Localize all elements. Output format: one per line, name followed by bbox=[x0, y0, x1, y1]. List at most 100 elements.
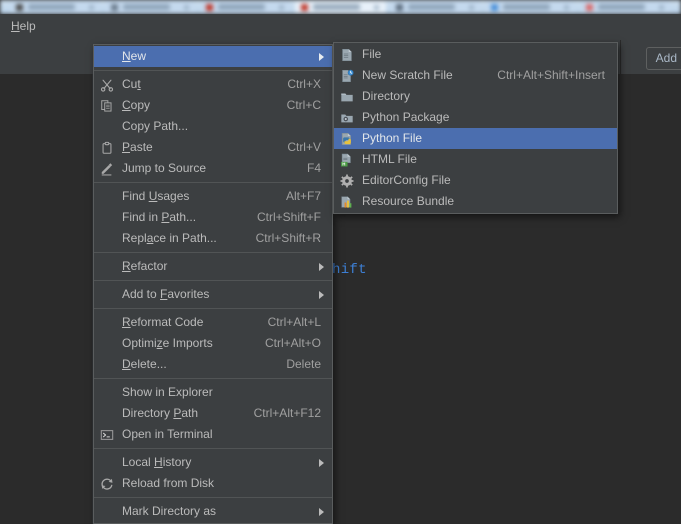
menu-item-shortcut: Alt+F7 bbox=[285, 189, 321, 203]
menu-separator bbox=[94, 70, 332, 71]
menu-item-label: Find Usages bbox=[122, 189, 190, 203]
menu-item-find-usages[interactable]: Find Usages Alt+F7 bbox=[94, 186, 332, 207]
menu-item-paste[interactable]: Paste Ctrl+V bbox=[94, 137, 332, 158]
menu-separator bbox=[94, 252, 332, 253]
submenu-item-label: File bbox=[362, 47, 382, 61]
submenu-item-shortcut: Ctrl+Alt+Shift+Insert bbox=[497, 68, 605, 82]
menu-item-label: Cut bbox=[122, 77, 141, 91]
submenu-item-editorconfig-file[interactable]: EditorConfig File bbox=[334, 170, 617, 191]
menu-item-reload-from-disk[interactable]: Reload from Disk bbox=[94, 473, 332, 494]
menu-item-label: Mark Directory as bbox=[122, 504, 217, 518]
submenu-item-new-scratch-file[interactable]: New Scratch File Ctrl+Alt+Shift+Insert bbox=[334, 65, 617, 86]
menu-item-shortcut: Ctrl+X bbox=[287, 77, 321, 91]
submenu-arrow-icon bbox=[319, 53, 324, 61]
menu-item-jump-to-source[interactable]: Jump to Source F4 bbox=[94, 158, 332, 179]
menu-item-no-icon bbox=[94, 333, 122, 354]
menu-item-shortcut: Ctrl+Shift+R bbox=[255, 231, 321, 245]
menu-item-replace-in-path[interactable]: Replace in Path... Ctrl+Shift+R bbox=[94, 228, 332, 249]
menu-item-label: Reload from Disk bbox=[122, 476, 215, 490]
menu-item-copy[interactable]: Copy Ctrl+C bbox=[94, 95, 332, 116]
submenu-arrow-icon bbox=[319, 291, 324, 299]
scissors-icon bbox=[94, 74, 122, 95]
menu-item-no-icon bbox=[94, 256, 122, 277]
menu-separator bbox=[94, 280, 332, 281]
menubar-item-help[interactable]: Help bbox=[8, 19, 39, 33]
menu-item-label: Jump to Source bbox=[122, 161, 207, 175]
menu-item-delete[interactable]: Delete... Delete bbox=[94, 354, 332, 375]
menu-item-new[interactable]: New bbox=[94, 46, 332, 67]
submenu-item-label: Resource Bundle bbox=[362, 194, 455, 208]
menu-item-copy-path[interactable]: Copy Path... bbox=[94, 116, 332, 137]
menu-item-shortcut: Ctrl+Shift+F bbox=[256, 210, 321, 224]
menu-item-label: Show in Explorer bbox=[122, 385, 213, 399]
menu-item-add-to-favorites[interactable]: Add to Favorites bbox=[94, 284, 332, 305]
submenu-item-label: Directory bbox=[362, 89, 411, 103]
submenu-item-file[interactable]: File bbox=[334, 44, 617, 65]
menu-item-no-icon bbox=[94, 403, 122, 424]
browser-tab-strip bbox=[0, 0, 681, 14]
menu-item-find-in-path[interactable]: Find in Path... Ctrl+Shift+F bbox=[94, 207, 332, 228]
menu-bar: Help bbox=[0, 14, 681, 40]
menu-item-directory-path[interactable]: Directory Path Ctrl+Alt+F12 bbox=[94, 403, 332, 424]
submenu-item-python-file[interactable]: Python File bbox=[334, 128, 617, 149]
submenu-arrow-icon bbox=[319, 508, 324, 516]
submenu-item-python-package[interactable]: Python Package bbox=[334, 107, 617, 128]
menu-item-label: Copy Path... bbox=[122, 119, 189, 133]
menu-item-mark-directory-as[interactable]: Mark Directory as bbox=[94, 501, 332, 522]
submenu-item-label: New Scratch File bbox=[362, 68, 453, 82]
menu-item-open-in-terminal[interactable]: Open in Terminal bbox=[94, 424, 332, 445]
python-file-icon bbox=[334, 128, 362, 149]
submenu-item-label: Python File bbox=[362, 131, 423, 145]
submenu-arrow-icon bbox=[319, 459, 324, 467]
file-icon bbox=[334, 44, 362, 65]
menu-item-label: Add to Favorites bbox=[122, 287, 210, 301]
reload-icon bbox=[94, 473, 122, 494]
menu-item-no-icon bbox=[94, 116, 122, 137]
menu-item-no-icon bbox=[94, 186, 122, 207]
menu-separator bbox=[94, 497, 332, 498]
submenu-item-label: EditorConfig File bbox=[362, 173, 451, 187]
menu-item-refactor[interactable]: Refactor bbox=[94, 256, 332, 277]
menu-item-cut[interactable]: Cut Ctrl+X bbox=[94, 74, 332, 95]
menu-separator bbox=[94, 378, 332, 379]
menu-item-no-icon bbox=[94, 46, 122, 67]
menu-item-shortcut: Ctrl+Alt+L bbox=[267, 315, 321, 329]
terminal-icon bbox=[94, 424, 122, 445]
menu-separator bbox=[94, 448, 332, 449]
menu-item-label: Delete... bbox=[122, 357, 167, 371]
add-configuration-button[interactable]: Add C bbox=[645, 47, 681, 70]
gear-icon bbox=[334, 170, 362, 191]
submenu-arrow-icon bbox=[319, 263, 324, 271]
menu-item-reformat-code[interactable]: Reformat Code Ctrl+Alt+L bbox=[94, 312, 332, 333]
menu-item-no-icon bbox=[94, 228, 122, 249]
submenu-item-html-file[interactable]: H HTML File bbox=[334, 149, 617, 170]
clipboard-icon bbox=[94, 137, 122, 158]
menu-item-local-history[interactable]: Local History bbox=[94, 452, 332, 473]
menu-item-label: Refactor bbox=[122, 259, 168, 273]
resource-bundle-icon bbox=[334, 191, 362, 212]
folder-icon bbox=[334, 86, 362, 107]
submenu-item-label: HTML File bbox=[362, 152, 417, 166]
menu-item-shortcut: F4 bbox=[306, 161, 321, 175]
menu-item-no-icon bbox=[94, 452, 122, 473]
menu-item-no-icon bbox=[94, 382, 122, 403]
pencil-icon bbox=[94, 158, 122, 179]
menu-item-label: Copy bbox=[122, 98, 151, 112]
project-view-context-menu[interactable]: New Cut Ctrl+X Copy Ctrl+C Copy Path... Paste C… bbox=[93, 44, 333, 524]
menu-item-shortcut: Ctrl+V bbox=[287, 140, 321, 154]
panel-divider bbox=[620, 40, 621, 74]
menu-item-no-icon bbox=[94, 354, 122, 375]
new-submenu[interactable]: File New Scratch File Ctrl+Alt+Shift+Inser… bbox=[333, 42, 618, 214]
menu-item-no-icon bbox=[94, 284, 122, 305]
submenu-item-resource-bundle[interactable]: Resource Bundle bbox=[334, 191, 617, 212]
submenu-item-directory[interactable]: Directory bbox=[334, 86, 617, 107]
submenu-item-label: Python Package bbox=[362, 110, 450, 124]
menu-item-show-in-explorer[interactable]: Show in Explorer bbox=[94, 382, 332, 403]
menu-item-label: Local History bbox=[122, 455, 192, 469]
menu-item-optimize-imports[interactable]: Optimize Imports Ctrl+Alt+O bbox=[94, 333, 332, 354]
menu-item-shortcut: Ctrl+Alt+O bbox=[264, 336, 321, 350]
menu-item-no-icon bbox=[94, 501, 122, 522]
menu-item-label: Reformat Code bbox=[122, 315, 204, 329]
html-file-icon: H bbox=[334, 149, 362, 170]
code-token-fragment: hift bbox=[332, 262, 367, 278]
